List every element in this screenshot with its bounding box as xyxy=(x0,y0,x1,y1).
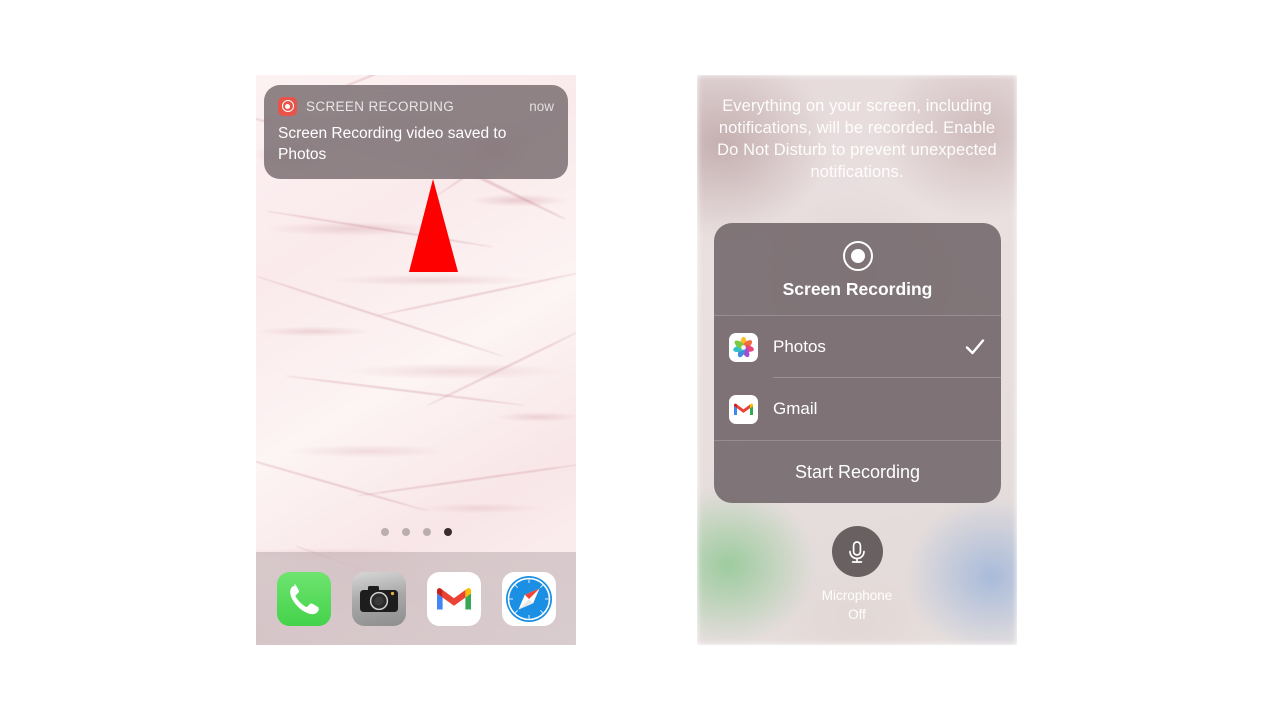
microphone-label-line2: Off xyxy=(848,607,866,622)
screen-recording-notification[interactable]: SCREEN RECORDING now Screen Recording vi… xyxy=(264,85,568,179)
start-recording-button[interactable]: Start Recording xyxy=(714,441,1001,503)
right-phone-screen: Everything on your screen, including not… xyxy=(697,75,1017,645)
page-dot-4-active[interactable] xyxy=(443,528,452,536)
safari-app-icon[interactable] xyxy=(501,571,556,626)
microphone-label-line1: Microphone xyxy=(821,588,893,603)
left-phone-screen: SCREEN RECORDING now Screen Recording vi… xyxy=(256,75,576,645)
photos-icon xyxy=(729,332,758,362)
red-arrow-annotation xyxy=(409,179,458,272)
microphone-icon xyxy=(849,540,865,563)
camera-app-icon[interactable] xyxy=(351,571,406,626)
home-screen-page-dots[interactable] xyxy=(256,528,576,536)
card-header: Screen Recording xyxy=(714,223,1001,315)
recording-warning-text: Everything on your screen, including not… xyxy=(717,97,997,181)
phone-app-icon[interactable] xyxy=(276,571,331,626)
microphone-toggle-block: Microphone Off xyxy=(697,526,1017,624)
destination-row-photos[interactable]: Photos xyxy=(714,316,1001,378)
microphone-label: Microphone Off xyxy=(697,586,1017,624)
notification-timestamp: now xyxy=(529,98,554,114)
home-screen-dock xyxy=(256,552,576,645)
page-dot-3[interactable] xyxy=(422,528,431,536)
gmail-app-icon[interactable] xyxy=(426,571,481,626)
destination-label-gmail: Gmail xyxy=(773,399,818,418)
notification-header: SCREEN RECORDING now xyxy=(278,95,554,117)
card-title: Screen Recording xyxy=(782,279,933,299)
destination-row-gmail[interactable]: Gmail xyxy=(714,378,1001,440)
destination-label-photos: Photos xyxy=(773,337,826,356)
notification-message: Screen Recording video saved to Photos xyxy=(278,125,507,163)
record-circle-icon xyxy=(842,241,873,271)
page-dot-2[interactable] xyxy=(401,528,410,536)
page-dot-1[interactable] xyxy=(380,528,389,536)
screenshot-canvas: SCREEN RECORDING now Screen Recording vi… xyxy=(0,0,1280,720)
microphone-toggle-button[interactable] xyxy=(831,526,883,577)
notification-app-name: SCREEN RECORDING xyxy=(306,98,455,114)
screen-recording-control-card: Screen Recording Photos Gmail Start Reco… xyxy=(714,223,1001,503)
checkmark-icon xyxy=(965,339,985,355)
screen-recording-icon xyxy=(278,96,297,116)
gmail-icon xyxy=(729,394,758,424)
